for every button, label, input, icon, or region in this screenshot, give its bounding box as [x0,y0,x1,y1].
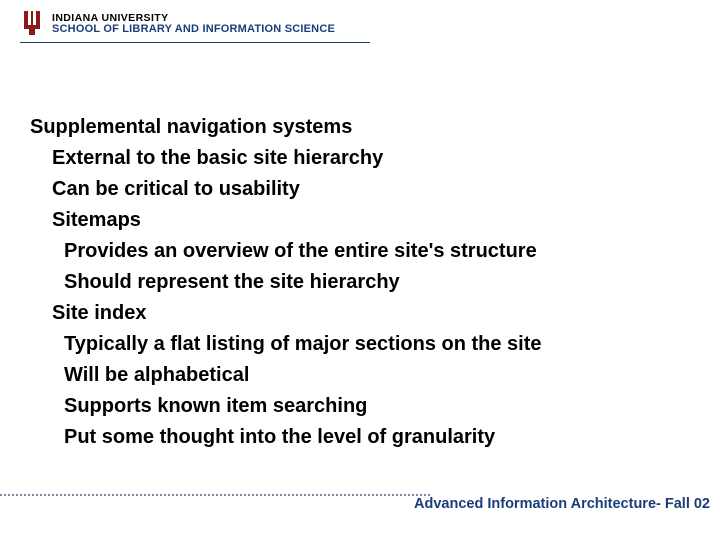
header-underline [20,42,370,43]
list-item: Put some thought into the level of granu… [64,422,700,453]
list-item: Supports known item searching [64,391,700,422]
section-title: Supplemental navigation systems [30,112,700,143]
iu-trident-icon [20,8,44,40]
list-item: Should represent the site hierarchy [64,267,700,298]
list-item: Will be alphabetical [64,360,700,391]
list-item: Site index [52,298,700,329]
slide-header: INDIANA UNIVERSITY SCHOOL OF LIBRARY AND… [20,8,335,40]
list-item: Typically a flat listing of major sectio… [64,329,700,360]
slide-body: Supplemental navigation systems External… [30,112,700,453]
header-school: SCHOOL OF LIBRARY AND INFORMATION SCIENC… [52,24,335,36]
footer-text: Advanced Information Architecture- Fall … [414,496,710,512]
list-item: Can be critical to usability [52,174,700,205]
list-item: Sitemaps [52,205,700,236]
list-item: Provides an overview of the entire site'… [64,236,700,267]
header-text: INDIANA UNIVERSITY SCHOOL OF LIBRARY AND… [52,13,335,36]
footer-divider [0,494,430,496]
list-item: External to the basic site hierarchy [52,143,700,174]
